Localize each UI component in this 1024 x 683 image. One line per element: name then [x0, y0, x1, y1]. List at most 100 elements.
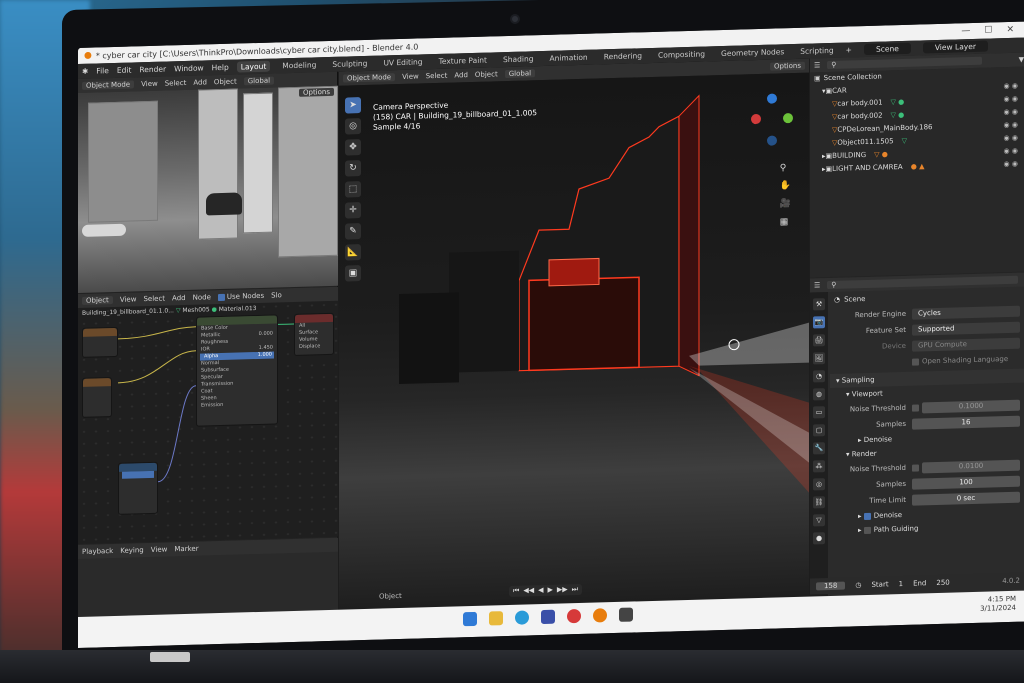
main-orientation-dropdown[interactable]: Global	[504, 69, 536, 79]
system-tray[interactable]: 4:15 PM 3/11/2024	[980, 595, 1016, 614]
particles-tab-icon[interactable]: ⁂	[813, 460, 825, 473]
visibility-eye-icon[interactable]: ◉ ◉	[1004, 119, 1018, 132]
main-menu-object[interactable]: Object	[475, 70, 498, 79]
add-workspace-button[interactable]: +	[846, 45, 852, 54]
physics-tab-icon[interactable]: ◎	[813, 478, 825, 491]
maximize-button[interactable]: ☐	[984, 25, 992, 35]
left-orientation-dropdown[interactable]: Global	[243, 76, 275, 86]
modifier-tab-icon[interactable]: 🔧	[813, 442, 825, 455]
visibility-eye-icon[interactable]: ◉ ◉	[1004, 158, 1018, 171]
left-mode-dropdown[interactable]: Object Mode	[82, 80, 135, 90]
store-icon[interactable]	[541, 609, 555, 625]
transform-tool-icon[interactable]: ✛	[345, 202, 361, 219]
annotate-tool-icon[interactable]: ✎	[345, 223, 361, 240]
x-axis-icon[interactable]	[751, 113, 761, 125]
data-tab-icon[interactable]: ▽	[813, 514, 825, 527]
prev-key-icon[interactable]: ◀◀	[523, 586, 534, 595]
viewport-noise-field[interactable]: 0.1000	[922, 399, 1020, 413]
view-layer-selector[interactable]: View Layer	[922, 40, 988, 54]
main-mode-dropdown[interactable]: Object Mode	[343, 73, 396, 83]
left-3d-viewport[interactable]: Options	[78, 85, 338, 293]
scale-tool-icon[interactable]: ⬚	[345, 181, 361, 198]
cursor-tool-icon[interactable]: ◎	[345, 118, 361, 135]
blender-menu-icon[interactable]: ✱	[82, 67, 88, 76]
menu-file[interactable]: File	[96, 66, 109, 75]
menu-edit[interactable]: Edit	[117, 66, 132, 75]
z-axis-icon[interactable]	[767, 93, 777, 104]
left-menu-object[interactable]: Object	[214, 78, 237, 87]
feature-set-dropdown[interactable]: Supported	[912, 321, 1020, 336]
zoom-icon[interactable]: ⚲	[780, 163, 791, 173]
main-menu-select[interactable]: Select	[426, 72, 448, 81]
app-icon[interactable]	[567, 608, 581, 624]
timeline-menu-view[interactable]: View	[151, 546, 168, 554]
visibility-eye-icon[interactable]: ◉ ◉	[1004, 80, 1018, 93]
file-explorer-icon[interactable]	[489, 611, 503, 626]
outliner[interactable]: ▣ Scene Collection ▾ ▣ CAR ◉ ◉ ▽ car bod…	[810, 66, 1024, 278]
object-tab-icon[interactable]: ▢	[813, 424, 825, 437]
visibility-eye-icon[interactable]: ◉ ◉	[1004, 93, 1018, 106]
start-frame-field[interactable]: 1	[899, 580, 903, 588]
material-tab-icon[interactable]: ●	[813, 532, 825, 545]
left-menu-view[interactable]: View	[141, 80, 158, 88]
grid-icon[interactable]: ▦	[780, 217, 791, 227]
jump-end-icon[interactable]: ⏭	[572, 585, 578, 594]
constraints-tab-icon[interactable]: ⛓	[813, 496, 825, 509]
blender-taskbar-icon[interactable]	[593, 608, 607, 623]
output-tab-icon[interactable]: 🖨	[813, 334, 825, 347]
add-cube-tool-icon[interactable]: ▣	[345, 265, 361, 282]
measure-tool-icon[interactable]: 📐	[345, 244, 361, 261]
tab-layout[interactable]: Layout	[236, 60, 271, 73]
tab-modeling[interactable]: Modeling	[278, 59, 320, 71]
render-samples-field[interactable]: 100	[912, 475, 1020, 490]
left-menu-add[interactable]: Add	[193, 78, 207, 86]
object-footer-label[interactable]: Object	[379, 592, 402, 601]
timeline-menu-marker[interactable]: Marker	[174, 545, 198, 554]
render-engine-dropdown[interactable]: Cycles	[912, 305, 1020, 320]
render-tab-icon[interactable]: 📷	[813, 316, 825, 329]
render-preview[interactable]: Camera Perspective (158) CAR | Building_…	[339, 72, 809, 610]
tab-animation[interactable]: Animation	[545, 52, 591, 64]
tab-rendering[interactable]: Rendering	[600, 50, 646, 62]
timeline-menu-keying[interactable]: Keying	[120, 546, 144, 555]
timeline-panel[interactable]: Playback Keying View Marker	[78, 537, 338, 617]
device-dropdown[interactable]: GPU Compute	[912, 337, 1020, 352]
filter-icon[interactable]: ▼	[1019, 56, 1024, 64]
denoise-checkbox[interactable]	[863, 512, 871, 520]
rotate-tool-icon[interactable]: ↻	[345, 160, 361, 177]
outliner-editor-icon[interactable]: ☰	[814, 61, 820, 69]
scene-selector[interactable]: Scene	[863, 42, 911, 56]
windows-start-icon[interactable]	[463, 611, 477, 627]
play-icon[interactable]: ▶	[547, 586, 552, 595]
jump-start-icon[interactable]: ⏮	[513, 587, 519, 596]
outliner-search[interactable]: ⚲	[827, 56, 982, 70]
tab-uv-editing[interactable]: UV Editing	[379, 56, 426, 68]
shader-node-editor[interactable]: Object View Select Add Node Use Nodes Sl…	[78, 286, 338, 544]
tab-texture-paint[interactable]: Texture Paint	[435, 54, 491, 67]
main-menu-add[interactable]: Add	[454, 71, 468, 79]
current-frame-field[interactable]: 158	[816, 581, 846, 591]
next-key-icon[interactable]: ▶▶	[557, 585, 568, 594]
tab-geometry-nodes[interactable]: Geometry Nodes	[717, 46, 788, 59]
visibility-eye-icon[interactable]: ◉ ◉	[1004, 106, 1018, 119]
time-limit-field[interactable]: 0 sec	[912, 491, 1020, 506]
timeline-menu-playback[interactable]: Playback	[82, 547, 113, 556]
properties-panel[interactable]: ☰ ⚲ ⚒ 📷 🖨 🖼 ◔ ◍ ▭ ▢ 🔧 ⁂ ◎ ⛓ ▽ ● ◔ Scene …	[810, 272, 1024, 597]
main-options-button[interactable]: Options	[769, 61, 805, 71]
main-3d-viewport[interactable]: Object Mode View Select Add Object Globa…	[339, 58, 809, 610]
viewport-samples-field[interactable]: 16	[912, 415, 1020, 430]
left-menu-select[interactable]: Select	[165, 79, 187, 88]
collection-tab-icon[interactable]: ▭	[813, 406, 825, 419]
end-frame-field[interactable]: 250	[936, 579, 949, 587]
tab-shading[interactable]: Shading	[499, 53, 537, 65]
tab-compositing[interactable]: Compositing	[654, 48, 709, 61]
menu-window[interactable]: Window	[174, 63, 204, 73]
menu-render[interactable]: Render	[139, 65, 166, 75]
close-button[interactable]: ✕	[1006, 25, 1014, 35]
tab-scripting[interactable]: Scripting	[796, 45, 837, 57]
tab-sculpting[interactable]: Sculpting	[328, 58, 371, 70]
select-tool-icon[interactable]: ➤	[345, 97, 361, 114]
edge-browser-icon[interactable]	[515, 610, 529, 625]
render-noise-checkbox[interactable]	[912, 464, 919, 472]
viewport-noise-checkbox[interactable]	[912, 404, 919, 412]
